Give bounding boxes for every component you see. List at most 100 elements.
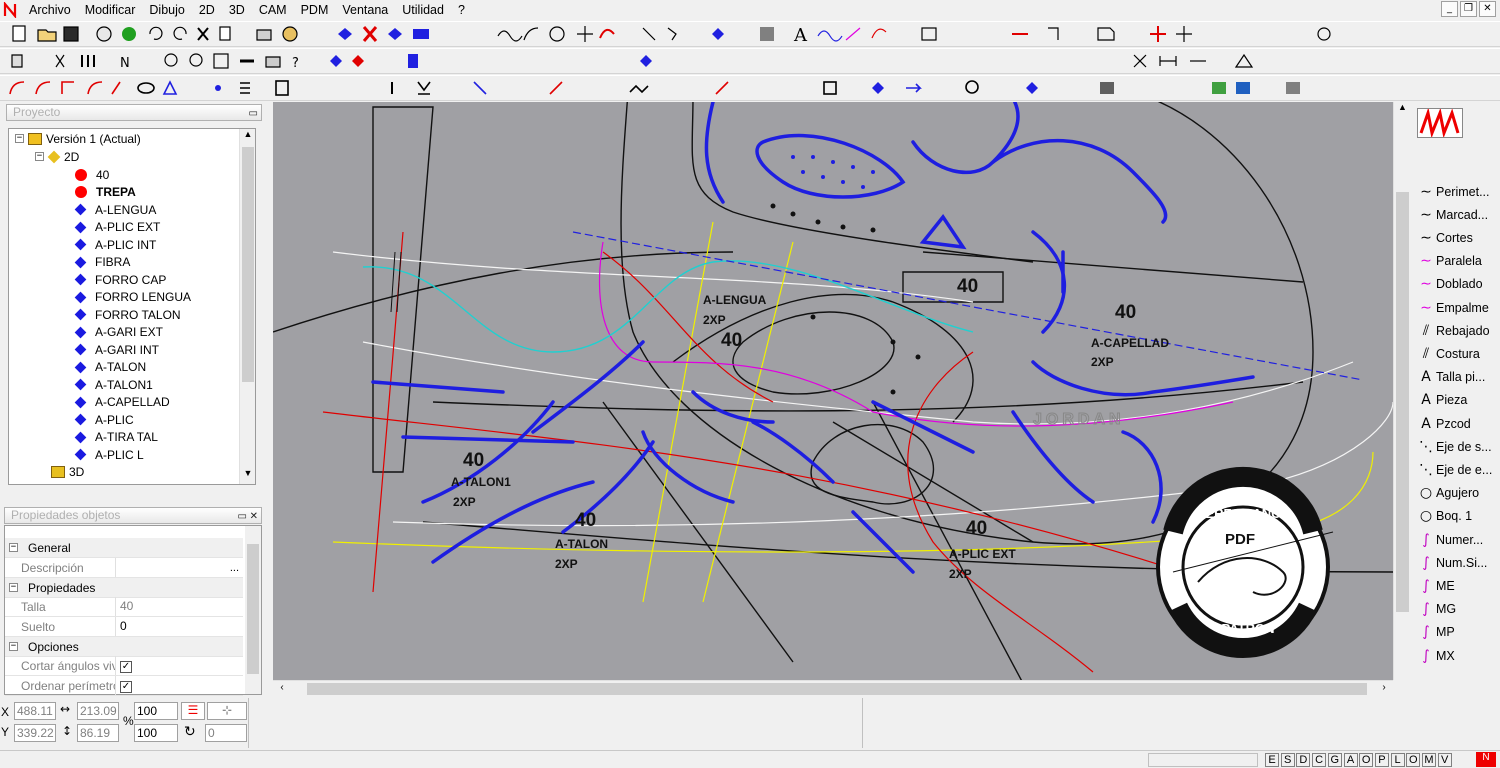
menu-pdm[interactable]: PDM bbox=[294, 0, 336, 20]
tree-layer-item[interactable]: A-GARI EXT bbox=[74, 324, 163, 341]
status-toggle[interactable]: C bbox=[1312, 753, 1327, 767]
close-button[interactable]: ✕ bbox=[1479, 1, 1496, 17]
tree-layer-item[interactable]: A-TIRA TAL bbox=[74, 429, 158, 446]
tree-layer-item[interactable]: FORRO LENGUA bbox=[74, 289, 191, 306]
tool-talla-pi[interactable]: A Talla pi... bbox=[1416, 366, 1485, 389]
tool-numer[interactable]: ∫ Numer... bbox=[1416, 528, 1483, 551]
tool-mx[interactable]: ∫ MX bbox=[1416, 644, 1454, 667]
tool-rebajado[interactable]: ⫽ Rebajado bbox=[1416, 319, 1490, 342]
tree-layer-item[interactable]: A-PLIC bbox=[74, 411, 134, 428]
tool-perimet[interactable]: ∼ Perimet... bbox=[1416, 180, 1489, 203]
tool-empalme[interactable]: ∼ Empalme bbox=[1416, 296, 1489, 319]
tree-layer-item[interactable]: A-PLIC EXT bbox=[74, 219, 160, 236]
tool-agujero[interactable]: ○ Agujero bbox=[1416, 482, 1479, 505]
tree-root[interactable]: − Versión 1 (Actual) bbox=[15, 130, 141, 147]
pin-icon[interactable]: ▭ bbox=[249, 106, 258, 121]
status-toggle[interactable]: E bbox=[1265, 753, 1279, 767]
tree-layer-item[interactable]: A-GARI INT bbox=[74, 341, 159, 358]
tool-eje-de-e[interactable]: ⋱ Eje de e... bbox=[1416, 458, 1492, 481]
tree-node-3d[interactable]: 3D bbox=[51, 463, 84, 480]
pin-icon[interactable]: ▭ bbox=[238, 509, 247, 524]
menu-modificar[interactable]: Modificar bbox=[78, 0, 143, 20]
scroll-up-icon[interactable]: ▲ bbox=[242, 129, 254, 145]
scale-x-field[interactable]: 100 bbox=[134, 702, 178, 720]
scroll-up-icon[interactable]: ▲ bbox=[1396, 102, 1409, 118]
minimize-button[interactable]: _ bbox=[1441, 1, 1458, 17]
menu-archivo[interactable]: Archivo bbox=[22, 0, 78, 20]
status-toggle[interactable]: P bbox=[1374, 753, 1389, 767]
tool-pzcod[interactable]: A Pzcod bbox=[1416, 412, 1471, 435]
status-toggle[interactable]: O bbox=[1359, 753, 1374, 767]
scroll-thumb[interactable] bbox=[242, 147, 254, 382]
menu-2d[interactable]: 2D bbox=[192, 0, 222, 20]
tool-eje-de-s[interactable]: ⋱ Eje de s... bbox=[1416, 435, 1492, 458]
tree-layer-item[interactable]: A-PLIC INT bbox=[74, 236, 156, 253]
status-toggle[interactable]: M bbox=[1422, 753, 1436, 767]
tree-layer-item[interactable]: A-CAPELLAD bbox=[74, 394, 170, 411]
scroll-thumb[interactable] bbox=[307, 683, 1367, 695]
collapse-icon[interactable]: − bbox=[35, 152, 44, 161]
prop-suelto[interactable]: Suelto 0 bbox=[5, 617, 243, 637]
tree-scrollbar[interactable]: ▲ ▼ bbox=[239, 129, 255, 484]
tree-layer-item[interactable]: 40 bbox=[75, 166, 109, 183]
scroll-thumb[interactable] bbox=[247, 544, 259, 674]
menu-ventana[interactable]: Ventana bbox=[335, 0, 395, 20]
prop-descripcion[interactable]: Descripción ... bbox=[5, 558, 243, 578]
collapse-icon[interactable]: − bbox=[9, 543, 18, 552]
status-toggle[interactable]: O bbox=[1406, 753, 1421, 767]
status-toggle[interactable]: V bbox=[1437, 753, 1452, 767]
prop-ordenar[interactable]: Ordenar perímetro ✓ bbox=[5, 676, 243, 696]
collapse-icon[interactable]: − bbox=[9, 642, 18, 651]
scroll-thumb[interactable] bbox=[1396, 192, 1409, 612]
tree-layer-item[interactable]: TREPA bbox=[75, 184, 136, 201]
tree-layer-item[interactable]: A-LENGUA bbox=[74, 201, 156, 218]
menu-dibujo[interactable]: Dibujo bbox=[142, 0, 191, 20]
grid-icon[interactable]: ⊹ bbox=[207, 702, 247, 720]
tree-layer-item[interactable]: FORRO CAP bbox=[74, 271, 166, 288]
tree-layer-item[interactable]: FORRO TALON bbox=[74, 306, 181, 323]
close-panel-icon[interactable]: ✕ bbox=[250, 509, 258, 524]
angle-field[interactable]: 0 bbox=[205, 724, 247, 742]
restore-button[interactable]: ❐ bbox=[1460, 1, 1477, 17]
scale-y-field[interactable]: 100 bbox=[134, 724, 178, 742]
tool-me[interactable]: ∫ ME bbox=[1416, 574, 1454, 597]
prop-section-opciones[interactable]: − Opciones bbox=[5, 637, 243, 657]
status-toggle[interactable]: D bbox=[1296, 753, 1311, 767]
canvas-horizontal-scrollbar[interactable]: ‹ › bbox=[273, 680, 1393, 697]
checkbox-checked-icon[interactable]: ✓ bbox=[120, 681, 132, 693]
props-scrollbar[interactable] bbox=[245, 526, 261, 694]
tool-mp[interactable]: ∫ MP bbox=[1416, 621, 1454, 644]
status-toggle[interactable]: A bbox=[1343, 753, 1358, 767]
tool-pieza[interactable]: A Pieza bbox=[1416, 389, 1467, 412]
menu-utilidad[interactable]: Utilidad bbox=[395, 0, 451, 20]
tool-mg[interactable]: ∫ MG bbox=[1416, 598, 1456, 621]
tool-paralela[interactable]: ∼ Paralela bbox=[1416, 250, 1482, 273]
status-toggle[interactable]: S bbox=[1280, 753, 1295, 767]
menu-cam[interactable]: CAM bbox=[252, 0, 294, 20]
tool-cortes[interactable]: ∼ Cortes bbox=[1416, 226, 1473, 249]
scroll-right-icon[interactable]: › bbox=[1377, 682, 1391, 696]
tree-node-2d[interactable]: − 2D bbox=[35, 148, 79, 165]
menu-help[interactable]: ? bbox=[451, 0, 472, 20]
drawing-canvas[interactable]: 40 40 40 40 40 40 A-LENGUA 2XP A-CAPELLA… bbox=[273, 102, 1393, 680]
prop-cortar[interactable]: Cortar ángulos vivos ✓ bbox=[5, 656, 243, 676]
ellipsis-button[interactable]: ... bbox=[230, 562, 239, 574]
tree-layer-item[interactable]: A-PLIC L bbox=[74, 446, 144, 463]
collapse-icon[interactable]: − bbox=[15, 134, 24, 143]
checkbox-checked-icon[interactable]: ✓ bbox=[120, 661, 132, 673]
scroll-left-icon[interactable]: ‹ bbox=[275, 682, 289, 696]
tool-num-si[interactable]: ∫ Num.Si... bbox=[1416, 551, 1487, 574]
tree-layer-item[interactable]: FIBRA bbox=[74, 254, 130, 271]
tool-marcad[interactable]: ∼ Marcad... bbox=[1416, 203, 1488, 226]
menu-3d[interactable]: 3D bbox=[222, 0, 252, 20]
prop-section-propiedades[interactable]: − Propiedades bbox=[5, 578, 243, 598]
canvas-vertical-scrollbar[interactable]: ▲ bbox=[1393, 102, 1410, 680]
tree-layer-item[interactable]: A-TALON bbox=[74, 359, 146, 376]
collapse-icon[interactable]: − bbox=[9, 583, 18, 592]
tree-layer-item[interactable]: A-TALON1 bbox=[74, 376, 153, 393]
status-toggle[interactable]: G bbox=[1327, 753, 1342, 767]
tool-costura[interactable]: ⫽ Costura bbox=[1416, 342, 1480, 365]
list-red-icon[interactable]: ☰ bbox=[181, 702, 205, 720]
prop-talla[interactable]: Talla 40 bbox=[5, 597, 243, 617]
tool-doblado[interactable]: ∼ Doblado bbox=[1416, 273, 1482, 296]
